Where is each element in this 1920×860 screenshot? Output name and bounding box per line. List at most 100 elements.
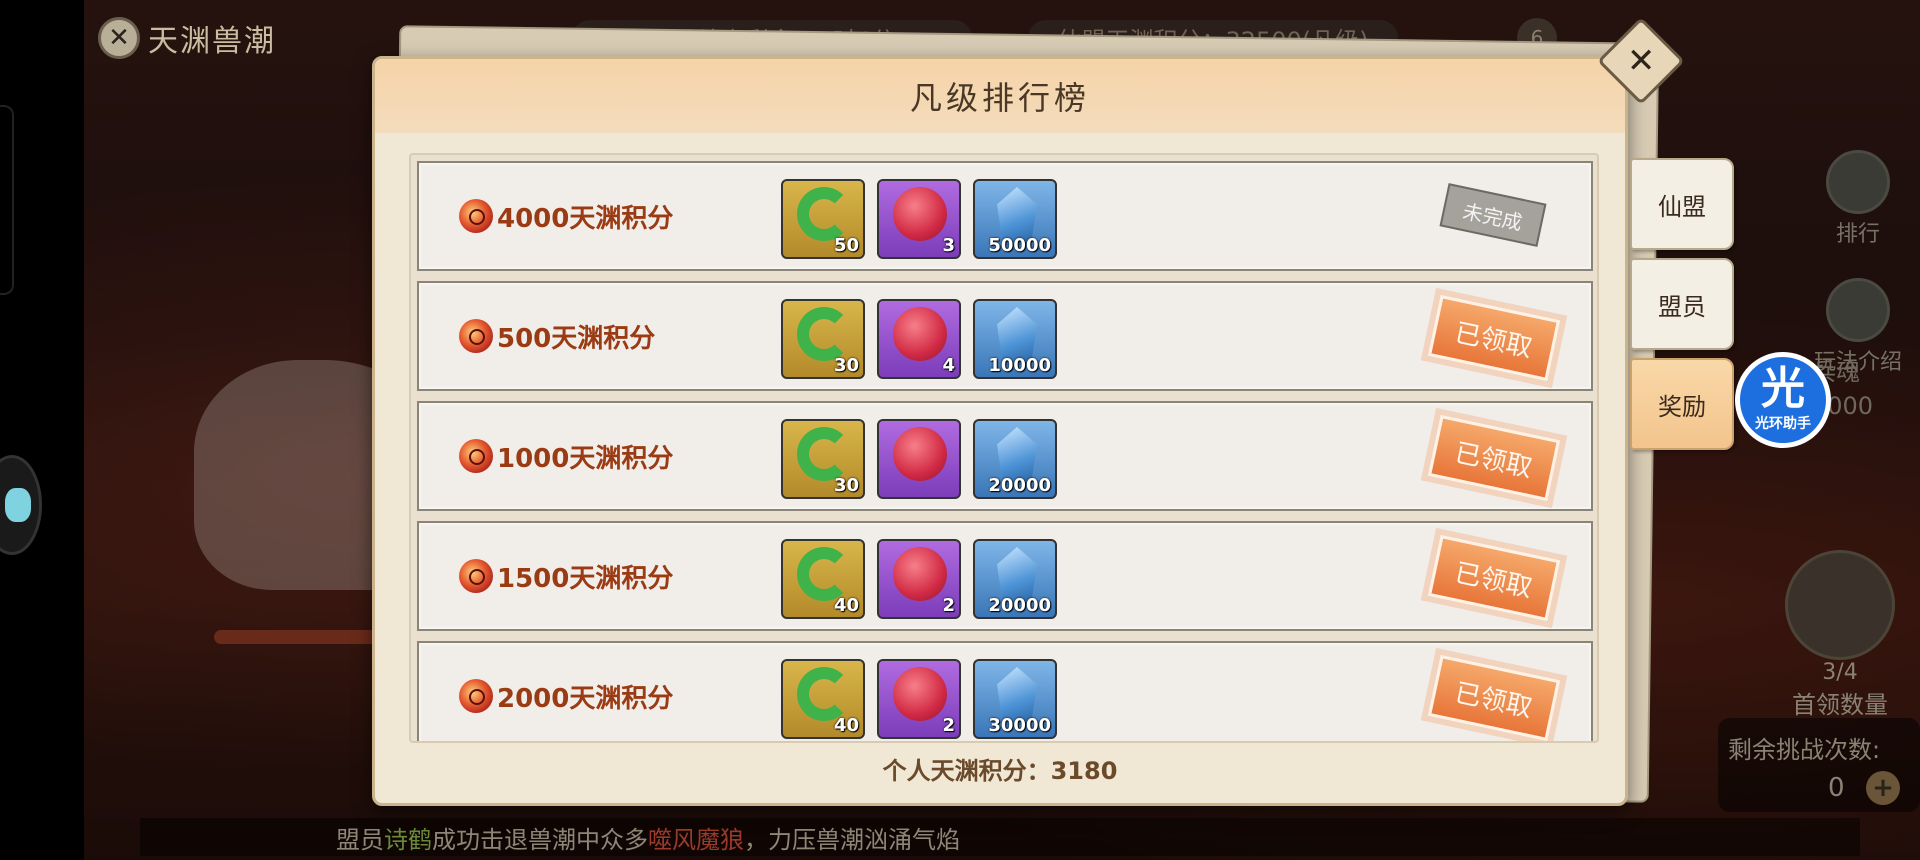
- item-quantity: 40: [833, 715, 859, 736]
- challenge-panel: 剩余挑战次数: 0 +: [1718, 718, 1920, 812]
- personal-score: 个人天渊积分：3180: [882, 757, 1118, 785]
- flame-icon: [459, 439, 493, 473]
- reward-row: 1500天渊积分 40 2 20000 已领取: [417, 521, 1593, 631]
- flame-icon: [459, 319, 493, 353]
- crystal-item-icon[interactable]: 30000: [973, 659, 1057, 739]
- item-quantity: 50000: [988, 235, 1051, 256]
- item-quantity: 20000: [988, 595, 1051, 616]
- crystal-item-icon[interactable]: 20000: [973, 539, 1057, 619]
- reward-list[interactable]: 4000天渊积分 50 3 50000 未完成 500天渊积分 30 4 10000 已领取 100…: [409, 153, 1599, 743]
- score-requirement: 1000天渊积分: [459, 403, 739, 509]
- item-quantity: 20000: [988, 475, 1051, 496]
- item-quantity: 30: [833, 355, 859, 376]
- marquee-middle: 成功击退兽潮中众多: [432, 825, 648, 854]
- item-quantity: 40: [833, 595, 859, 616]
- jade-item-icon[interactable]: 30: [781, 299, 865, 379]
- reward-items: 50 3 50000: [781, 179, 1057, 259]
- crystal-item-icon[interactable]: 50000: [973, 179, 1057, 259]
- jade-item-icon[interactable]: 40: [781, 539, 865, 619]
- item-quantity: 10000: [988, 355, 1051, 376]
- tab-alliance[interactable]: 仙盟: [1630, 158, 1734, 250]
- assistant-floating-button[interactable]: 光 光环助手: [1735, 352, 1831, 448]
- close-icon[interactable]: ✕: [98, 17, 140, 59]
- reward-row: 2000天渊积分 40 2 30000 已领取: [417, 641, 1593, 741]
- ranking-modal: 凡级排行榜 4000天渊积分 50 3 50000 未完成 500天渊积分 30 4 10000…: [372, 17, 1685, 806]
- challenge-label: 剩余挑战次数:: [1728, 736, 1881, 764]
- reward-items: 30 4 10000: [781, 299, 1057, 379]
- floating-mascot-icon[interactable]: [0, 455, 42, 555]
- boss-label: 首领数量: [1792, 691, 1888, 719]
- modal-side-tabs: 仙盟 盟员 奖励: [1630, 158, 1734, 458]
- crystal-item-icon[interactable]: 10000: [973, 299, 1057, 379]
- right-side-menu: 排行 玩法介绍: [1796, 150, 1920, 376]
- jade-item-icon[interactable]: 30: [781, 419, 865, 499]
- claimed-stamp: 已领取: [1427, 414, 1561, 502]
- orb-item-icon[interactable]: [877, 419, 961, 499]
- marquee-monster: 噬风魔狼: [648, 825, 744, 854]
- claimed-stamp: 已领取: [1427, 294, 1561, 382]
- page-title: 天渊兽潮: [148, 24, 276, 59]
- jade-item-icon[interactable]: 40: [781, 659, 865, 739]
- orb-art: [893, 187, 947, 241]
- intro-icon[interactable]: [1826, 278, 1890, 342]
- item-quantity: 30000: [988, 715, 1051, 736]
- jade-item-icon[interactable]: 50: [781, 179, 865, 259]
- marquee-suffix: ，力压兽潮汹涌气焰: [744, 825, 960, 854]
- reward-row: 1000天渊积分 30 20000 已领取: [417, 401, 1593, 511]
- boss-skull-icon[interactable]: [1785, 550, 1895, 660]
- crystal-item-icon[interactable]: 20000: [973, 419, 1057, 499]
- orb-item-icon[interactable]: 2: [877, 659, 961, 739]
- jade-art: [797, 307, 851, 361]
- item-quantity: 2: [942, 595, 955, 616]
- score-label: 1000天渊积分: [497, 443, 674, 474]
- orb-item-icon[interactable]: 4: [877, 299, 961, 379]
- orb-art: [893, 307, 947, 361]
- ranking-icon[interactable]: [1826, 150, 1890, 214]
- close-icon: ✕: [1626, 41, 1656, 81]
- claimed-stamp: 已领取: [1427, 534, 1561, 622]
- score-requirement: 4000天渊积分: [459, 163, 739, 269]
- item-quantity: 2: [942, 715, 955, 736]
- reward-items: 40 2 20000: [781, 539, 1057, 619]
- score-requirement: 2000天渊积分: [459, 643, 739, 741]
- add-challenge-button[interactable]: +: [1866, 771, 1900, 805]
- reward-row: 4000天渊积分 50 3 50000 未完成: [417, 161, 1593, 271]
- score-label: 2000天渊积分: [497, 683, 674, 714]
- jade-art: [797, 547, 851, 601]
- tab-reward[interactable]: 奖励: [1630, 358, 1734, 450]
- reward-items: 40 2 30000: [781, 659, 1057, 739]
- tab-member[interactable]: 盟员: [1630, 258, 1734, 350]
- score-label: 4000天渊积分: [497, 203, 674, 234]
- reward-row: 500天渊积分 30 4 10000 已领取: [417, 281, 1593, 391]
- orb-art: [893, 427, 947, 481]
- modal-title: 凡级排行榜: [909, 79, 1090, 117]
- claimed-stamp: 已领取: [1427, 654, 1561, 741]
- assistant-glyph: 光: [1761, 363, 1805, 414]
- flame-icon: [459, 559, 493, 593]
- orb-item-icon[interactable]: 2: [877, 539, 961, 619]
- jade-art: [797, 427, 851, 481]
- item-quantity: 30: [833, 475, 859, 496]
- pending-stamp[interactable]: 未完成: [1439, 183, 1547, 247]
- challenge-count: 0: [1828, 773, 1845, 803]
- left-edge-handle[interactable]: [0, 105, 14, 295]
- ranking-label: 排行: [1835, 222, 1880, 247]
- top-title-bar: ✕ 天渊兽潮: [98, 16, 276, 60]
- score-label: 1500天渊积分: [497, 563, 674, 594]
- orb-art: [893, 547, 947, 601]
- score-requirement: 1500天渊积分: [459, 523, 739, 629]
- jade-art: [797, 187, 851, 241]
- reward-items: 30 20000: [781, 419, 1057, 499]
- score-requirement: 500天渊积分: [459, 283, 739, 389]
- boss-count: 3/4: [1822, 660, 1858, 685]
- boss-panel: 3/4 首领数量: [1760, 550, 1920, 720]
- marquee-member: 诗鹤: [384, 825, 432, 854]
- score-label: 500天渊积分: [497, 323, 656, 354]
- item-quantity: 3: [942, 235, 955, 256]
- item-quantity: 4: [942, 355, 955, 376]
- item-quantity: 50: [833, 235, 859, 256]
- marquee-prefix: 盟员: [336, 825, 384, 854]
- modal-frame: 凡级排行榜 4000天渊积分 50 3 50000 未完成 500天渊积分 30 4 10000…: [372, 56, 1628, 806]
- orb-item-icon[interactable]: 3: [877, 179, 961, 259]
- news-marquee: 盟员 诗鹤 成功击退兽潮中众多 噬风魔狼 ，力压兽潮汹涌气焰: [140, 818, 1860, 856]
